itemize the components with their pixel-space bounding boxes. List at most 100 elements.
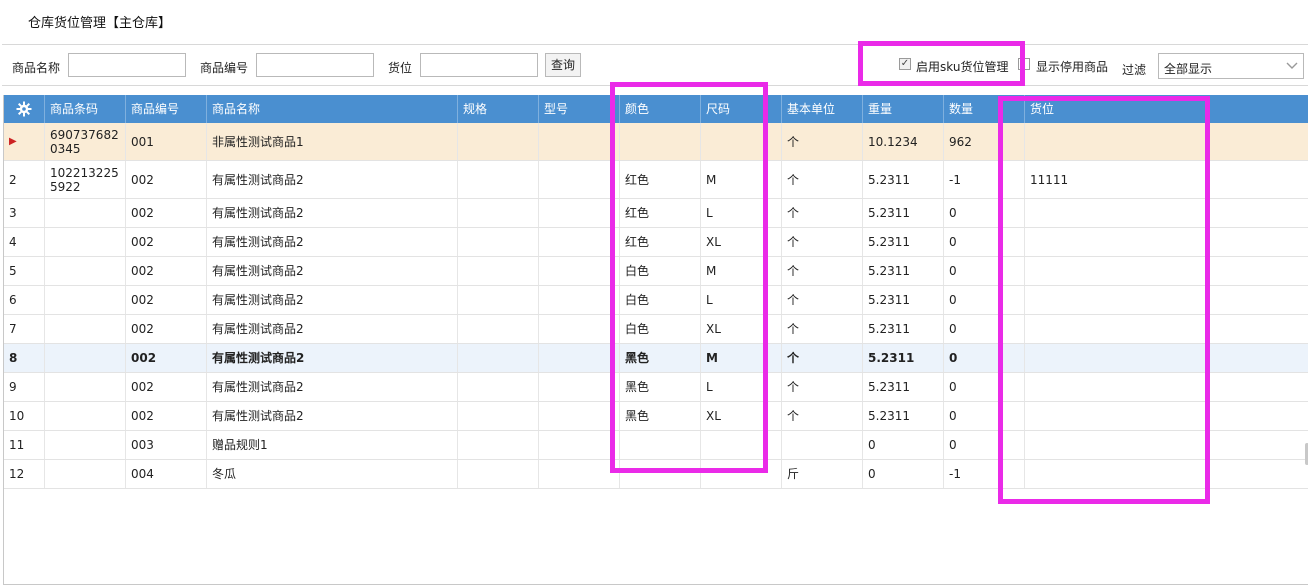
cell-color[interactable] [620, 431, 701, 459]
product-code-input[interactable] [256, 53, 374, 77]
cell-color[interactable]: 红色 [620, 228, 701, 256]
col-size[interactable]: 尺码 [701, 95, 782, 123]
cell-size[interactable] [701, 123, 782, 160]
cell-spec[interactable] [458, 161, 539, 198]
cell-model[interactable] [539, 315, 620, 343]
cell-qty[interactable]: 0 [944, 431, 1025, 459]
table-row[interactable]: 2 1022132255922 002 有属性测试商品2 红色 M 个 5.2311 -1 111… [4, 161, 1308, 199]
cell-code[interactable]: 002 [126, 373, 207, 401]
cell-qty[interactable]: 0 [944, 373, 1025, 401]
cell-unit[interactable]: 个 [782, 123, 863, 160]
cell-model[interactable] [539, 228, 620, 256]
cell-size[interactable]: L [701, 373, 782, 401]
cell-name[interactable]: 有属性测试商品2 [207, 286, 458, 314]
cell-spec[interactable] [458, 315, 539, 343]
cell-qty[interactable]: 0 [944, 315, 1025, 343]
cell-model[interactable] [539, 161, 620, 198]
cell-barcode[interactable] [45, 228, 126, 256]
cell-location[interactable] [1025, 431, 1308, 459]
table-row[interactable]: 10 002 有属性测试商品2 黑色 XL 个 5.2311 0 [4, 402, 1308, 431]
table-row[interactable]: 4 002 有属性测试商品2 红色 XL 个 5.2311 0 [4, 228, 1308, 257]
cell-barcode[interactable] [45, 257, 126, 285]
cell-qty[interactable]: 0 [944, 228, 1025, 256]
col-location[interactable]: 货位 [1025, 95, 1308, 123]
cell-weight[interactable]: 0 [863, 460, 944, 488]
cell-barcode[interactable] [45, 199, 126, 227]
cell-name[interactable]: 非属性测试商品1 [207, 123, 458, 160]
table-row[interactable]: 5 002 有属性测试商品2 白色 M 个 5.2311 0 [4, 257, 1308, 286]
table-row[interactable]: 3 002 有属性测试商品2 红色 L 个 5.2311 0 [4, 199, 1308, 228]
cell-unit[interactable]: 个 [782, 257, 863, 285]
cell-qty[interactable]: 962 [944, 123, 1025, 160]
cell-qty[interactable]: -1 [944, 161, 1025, 198]
cell-name[interactable]: 有属性测试商品2 [207, 228, 458, 256]
cell-model[interactable] [539, 344, 620, 372]
cell-qty[interactable]: 0 [944, 286, 1025, 314]
cell-name[interactable]: 有属性测试商品2 [207, 373, 458, 401]
cell-name[interactable]: 有属性测试商品2 [207, 402, 458, 430]
col-unit[interactable]: 基本单位 [782, 95, 863, 123]
cell-code[interactable]: 003 [126, 431, 207, 459]
cell-model[interactable] [539, 402, 620, 430]
cell-name[interactable]: 有属性测试商品2 [207, 257, 458, 285]
cell-code[interactable]: 001 [126, 123, 207, 160]
cell-size[interactable]: M [701, 344, 782, 372]
cell-weight[interactable]: 5.2311 [863, 286, 944, 314]
cell-weight[interactable]: 0 [863, 431, 944, 459]
show-disabled-checkbox[interactable] [1018, 58, 1030, 70]
cell-code[interactable]: 002 [126, 199, 207, 227]
cell-barcode[interactable] [45, 460, 126, 488]
cell-unit[interactable]: 个 [782, 373, 863, 401]
cell-size[interactable]: L [701, 286, 782, 314]
cell-code[interactable]: 002 [126, 344, 207, 372]
cell-weight[interactable]: 5.2311 [863, 199, 944, 227]
cell-location[interactable] [1025, 373, 1308, 401]
col-weight[interactable]: 重量 [863, 95, 944, 123]
cell-color[interactable]: 白色 [620, 257, 701, 285]
cell-model[interactable] [539, 431, 620, 459]
cell-unit[interactable]: 个 [782, 315, 863, 343]
sku-location-checkbox[interactable]: ✓ [899, 58, 911, 70]
cell-model[interactable] [539, 199, 620, 227]
cell-spec[interactable] [458, 344, 539, 372]
cell-weight[interactable]: 5.2311 [863, 344, 944, 372]
cell-unit[interactable]: 个 [782, 199, 863, 227]
cell-barcode[interactable] [45, 315, 126, 343]
table-row[interactable]: 8 002 有属性测试商品2 黑色 M 个 5.2311 0 [4, 344, 1308, 373]
cell-color[interactable] [620, 460, 701, 488]
cell-spec[interactable] [458, 402, 539, 430]
cell-spec[interactable] [458, 431, 539, 459]
col-color[interactable]: 颜色 [620, 95, 701, 123]
cell-location[interactable] [1025, 257, 1308, 285]
cell-name[interactable]: 有属性测试商品2 [207, 161, 458, 198]
filter-select[interactable]: 全部显示 [1158, 53, 1304, 79]
cell-spec[interactable] [458, 228, 539, 256]
gear-icon[interactable] [4, 95, 45, 123]
cell-location[interactable] [1025, 402, 1308, 430]
cell-unit[interactable]: 个 [782, 344, 863, 372]
cell-weight[interactable]: 5.2311 [863, 315, 944, 343]
cell-model[interactable] [539, 460, 620, 488]
table-row[interactable]: 12 004 冬瓜 斤 0 -1 [4, 460, 1308, 489]
col-model[interactable]: 型号 [539, 95, 620, 123]
cell-unit[interactable]: 个 [782, 161, 863, 198]
cell-barcode[interactable]: 6907376820345 [45, 123, 126, 160]
cell-unit[interactable] [782, 431, 863, 459]
cell-spec[interactable] [458, 123, 539, 160]
cell-color[interactable]: 黑色 [620, 402, 701, 430]
cell-location[interactable] [1025, 286, 1308, 314]
cell-name[interactable]: 赠品规则1 [207, 431, 458, 459]
cell-color[interactable] [620, 123, 701, 160]
cell-spec[interactable] [458, 286, 539, 314]
cell-barcode[interactable] [45, 402, 126, 430]
table-row[interactable]: ▶ 6907376820345 001 非属性测试商品1 个 10.1234 962 [4, 123, 1308, 161]
col-code[interactable]: 商品编号 [126, 95, 207, 123]
cell-spec[interactable] [458, 460, 539, 488]
cell-code[interactable]: 002 [126, 286, 207, 314]
cell-weight[interactable]: 5.2311 [863, 228, 944, 256]
table-row[interactable]: 7 002 有属性测试商品2 白色 XL 个 5.2311 0 [4, 315, 1308, 344]
cell-size[interactable]: XL [701, 228, 782, 256]
cell-name[interactable]: 有属性测试商品2 [207, 344, 458, 372]
col-qty[interactable]: 数量 [944, 95, 1025, 123]
cell-unit[interactable]: 斤 [782, 460, 863, 488]
